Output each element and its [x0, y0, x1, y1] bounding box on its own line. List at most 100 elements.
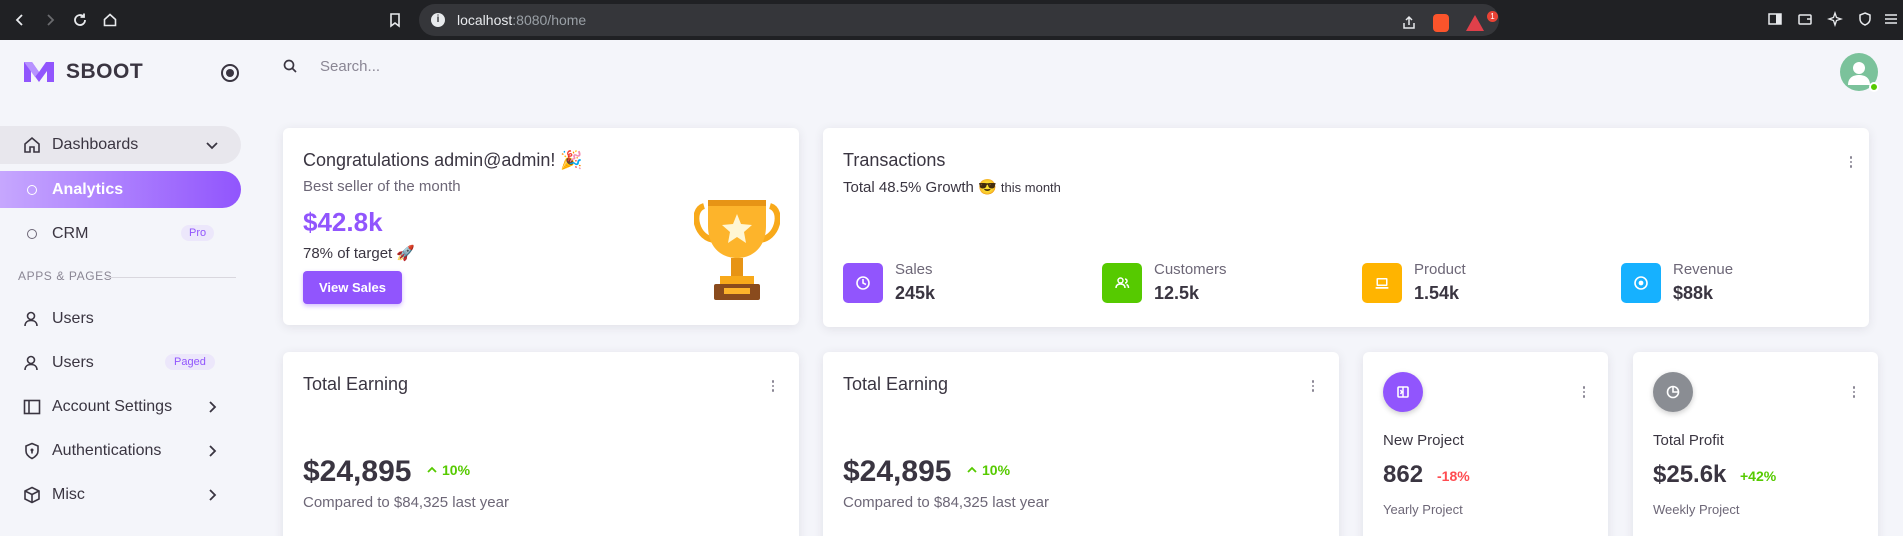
- cube-icon: [22, 485, 42, 505]
- stat-label: Customers: [1154, 261, 1227, 278]
- brave-lion-icon: [1433, 14, 1449, 32]
- total-profit-value: $25.6k: [1653, 461, 1727, 488]
- sidebar-item-label: Analytics: [52, 180, 124, 198]
- user-icon: [22, 309, 42, 329]
- total-profit-card: Total Profit $25.6k +42% Weekly Project: [1633, 352, 1878, 536]
- sidebar-item-authentications[interactable]: Authentications: [0, 432, 241, 470]
- sidebar: SBOOT Dashboards Analytics CRM Pro APPS …: [0, 40, 260, 536]
- vpn-button[interactable]: [1855, 9, 1875, 29]
- total-earning-card: Total Earning $24,895 10% Compared to $8…: [823, 352, 1339, 536]
- sidebar-toggle-button[interactable]: [1765, 9, 1785, 29]
- forward-button[interactable]: [39, 9, 61, 31]
- back-button[interactable]: [9, 9, 31, 31]
- brand[interactable]: SBOOT: [22, 60, 143, 84]
- brand-name: SBOOT: [66, 60, 144, 83]
- sidebar-collapse-toggle[interactable]: [221, 64, 239, 82]
- congrats-amount: $42.8k: [303, 207, 383, 237]
- earning-amount: $24,895: [303, 455, 412, 488]
- total-earning-card: Total Earning $24,895 10% Compared to $8…: [283, 352, 799, 536]
- search-icon[interactable]: [282, 58, 298, 74]
- leo-ai-button[interactable]: [1825, 9, 1845, 29]
- paged-badge: Paged: [165, 354, 215, 370]
- forward-arrow-icon: [47, 14, 55, 26]
- growth-text: Total 48.5% Growth 😎: [843, 179, 997, 196]
- circle-outline-icon: [27, 184, 37, 195]
- shield-lock-icon: [22, 441, 42, 461]
- address-bar[interactable]: i localhost:8080/home 1: [419, 4, 1499, 36]
- chevron-up-icon: [967, 466, 977, 473]
- url-text: localhost:8080/home: [457, 12, 586, 28]
- brave-shields-button[interactable]: [1431, 13, 1451, 33]
- home-icon: [103, 13, 117, 27]
- sidebar-item-dashboards[interactable]: Dashboards: [0, 126, 241, 164]
- share-button[interactable]: [1399, 13, 1419, 33]
- pro-badge: Pro: [181, 225, 215, 241]
- briefcase-icon: [1383, 372, 1423, 412]
- wallet-button[interactable]: [1795, 9, 1815, 29]
- online-status-dot: [1869, 82, 1879, 92]
- new-project-footer: Yearly Project: [1383, 502, 1463, 517]
- congrats-target: 78% of target 🚀: [303, 245, 416, 262]
- user-avatar[interactable]: [1840, 53, 1880, 93]
- user-icon: [22, 353, 42, 373]
- section-divider: [106, 277, 236, 278]
- new-project-more-button[interactable]: [1576, 384, 1592, 400]
- url-path: :8080/home: [512, 12, 587, 28]
- earning-more-button[interactable]: [1305, 378, 1321, 394]
- earning-change: 10%: [966, 462, 1010, 478]
- rewards-count-badge: 1: [1487, 11, 1498, 22]
- earning-amount: $24,895: [843, 455, 952, 488]
- search-input[interactable]: [320, 50, 720, 82]
- stat-label: Revenue: [1673, 261, 1734, 278]
- chevron-right-icon: [209, 401, 217, 413]
- browser-menu-button[interactable]: [1881, 9, 1901, 29]
- sidebar-panel-icon: [1768, 13, 1782, 25]
- sidebar-item-misc[interactable]: Misc: [0, 476, 241, 514]
- sidebar-item-label: Authentications: [52, 442, 162, 459]
- reload-icon: [74, 13, 86, 26]
- hamburger-icon: [1885, 14, 1897, 24]
- stat-value: $88k: [1673, 283, 1714, 303]
- new-project-change: -18%: [1437, 468, 1470, 484]
- sidebar-item-crm[interactable]: CRM Pro: [0, 215, 241, 253]
- sidebar-item-users-paged[interactable]: Users Paged: [0, 344, 241, 382]
- currency-icon: [1621, 263, 1661, 303]
- section-header: APPS & PAGES: [18, 269, 113, 283]
- radio-dot-icon: [226, 69, 234, 77]
- trophy-icon: [694, 200, 780, 300]
- sidebar-item-label: Users: [52, 354, 94, 371]
- transactions-subtitle: Total 48.5% Growth 😎 this month: [843, 178, 1061, 196]
- view-sales-button[interactable]: View Sales: [303, 271, 402, 304]
- chevron-right-icon: [209, 489, 217, 501]
- reload-button[interactable]: [69, 9, 91, 31]
- sidebar-item-label: Account Settings: [52, 398, 173, 415]
- period-text: this month: [1000, 180, 1061, 195]
- congrats-subtitle: Best seller of the month: [303, 178, 461, 195]
- sidebar-item-account-settings[interactable]: Account Settings: [0, 388, 241, 426]
- bookmark-icon: [390, 13, 400, 28]
- chevron-down-icon: [206, 142, 218, 150]
- bookmark-button[interactable]: [384, 9, 406, 31]
- earning-more-button[interactable]: [765, 378, 781, 394]
- sparkle-icon: [1827, 11, 1843, 27]
- home-button[interactable]: [99, 9, 121, 31]
- layout-sidebar-icon: [22, 397, 42, 417]
- cellphone-icon: [1362, 263, 1402, 303]
- brand-logo-icon: [24, 62, 54, 82]
- earning-change-value: 10%: [982, 462, 1011, 478]
- site-info-icon[interactable]: i: [431, 13, 445, 27]
- stat-value: 1.54k: [1414, 283, 1460, 303]
- url-host: localhost: [457, 12, 513, 28]
- transactions-more-button[interactable]: [1843, 154, 1859, 170]
- home-outline-icon: [22, 135, 42, 155]
- earning-compare: Compared to $84,325 last year: [303, 494, 509, 511]
- brave-rewards-button[interactable]: 1: [1465, 11, 1498, 33]
- browser-toolbar: i localhost:8080/home 1: [0, 0, 1903, 40]
- total-profit-more-button[interactable]: [1846, 384, 1862, 400]
- share-icon: [1403, 15, 1415, 29]
- sidebar-item-analytics[interactable]: Analytics: [0, 171, 241, 208]
- transactions-title: Transactions: [843, 150, 946, 170]
- sidebar-item-users[interactable]: Users: [0, 300, 241, 338]
- sidebar-item-label: Dashboards: [52, 136, 139, 153]
- earning-title: Total Earning: [843, 374, 949, 394]
